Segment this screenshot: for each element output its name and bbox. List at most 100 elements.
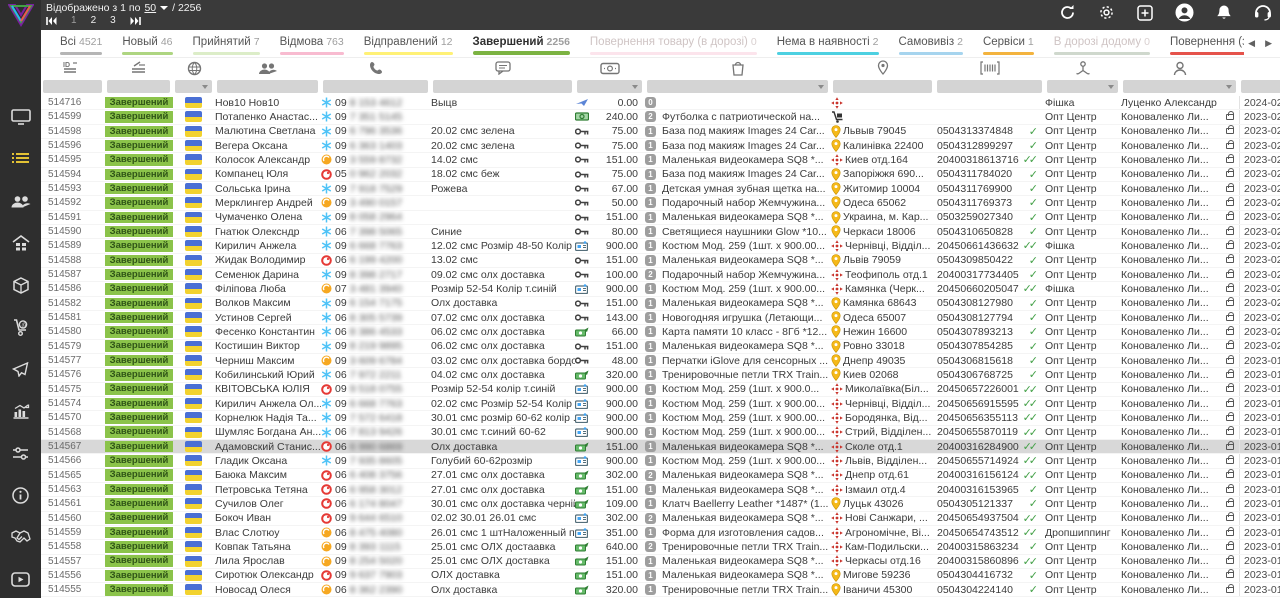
add-order-icon[interactable] xyxy=(1137,5,1153,26)
per-page-caret-icon[interactable] xyxy=(160,6,168,10)
per-page-select[interactable]: 50 xyxy=(144,2,156,14)
sidebar-item-customers[interactable] xyxy=(0,180,41,222)
table-row[interactable]: 514577ЗавершенийЧерниш Максим093 609 678… xyxy=(41,354,1280,368)
column-filter-input[interactable] xyxy=(43,80,102,93)
tab-Відмова[interactable]: Відмова763 xyxy=(270,30,354,55)
column-header-product[interactable] xyxy=(645,58,831,78)
table-row[interactable]: 514559ЗавершенийВлас Слотюу068 475 40802… xyxy=(41,526,1280,540)
tabs-scroll-right-icon[interactable]: ▶ xyxy=(1265,38,1272,49)
sidebar-item-info[interactable] xyxy=(0,474,41,516)
table-row[interactable]: 514555ЗавершенийНовосад Олеся068 362 239… xyxy=(41,583,1280,597)
sidebar-item-dropshipping[interactable]: @ xyxy=(0,306,41,348)
column-filter-input[interactable] xyxy=(833,80,932,93)
filter-dropdown-icon[interactable] xyxy=(1108,85,1114,89)
sidebar-item-products[interactable] xyxy=(0,264,41,306)
table-row[interactable]: 514586ЗавершенийФіліпова Люба073 481 394… xyxy=(41,282,1280,296)
table-row[interactable]: 514599ЗавершенийПотапенко Анастас...097 … xyxy=(41,110,1280,124)
table-row[interactable]: 514568ЗавершенийШумляс Богдана Ан...067 … xyxy=(41,426,1280,440)
column-header-country[interactable] xyxy=(173,58,215,78)
table-row[interactable]: 514582ЗавершенийВолков Максим096 154 717… xyxy=(41,297,1280,311)
sidebar-item-video-tutorials[interactable] xyxy=(0,558,41,600)
table-row[interactable]: 514590ЗавершенийГнатюк Олексндр067 398 5… xyxy=(41,225,1280,239)
table-row[interactable]: 514594ЗавершенийКомпанец Юля050 962 2032… xyxy=(41,168,1280,182)
column-header-comment[interactable] xyxy=(431,58,575,78)
tab-Завершений[interactable]: Завершений2256 xyxy=(463,30,580,55)
gear-icon[interactable] xyxy=(1098,4,1115,26)
filter-dropdown-icon[interactable] xyxy=(818,85,824,89)
column-filter-input[interactable] xyxy=(433,80,572,93)
table-row[interactable]: 514561ЗавершенийСучилов Олег066 174 8047… xyxy=(41,497,1280,511)
refresh-icon[interactable] xyxy=(1059,4,1076,26)
table-row[interactable]: 514574ЗавершенийКирилич Анжела Ол...096 … xyxy=(41,397,1280,411)
app-logo-icon[interactable] xyxy=(8,3,34,32)
column-filter-input[interactable] xyxy=(937,80,1042,93)
table-row[interactable]: 514565ЗавершенийБаюка Максим066 408 3756… xyxy=(41,469,1280,483)
column-filter-input[interactable] xyxy=(647,80,828,93)
table-row[interactable]: 514588ЗавершенийЖидак Володимир066 199 4… xyxy=(41,254,1280,268)
tab-Повернення товару (в дорозі)[interactable]: Повернення товару (в дорозі)0 xyxy=(580,30,767,55)
last-page-icon[interactable] xyxy=(130,17,141,25)
column-header-status[interactable] xyxy=(105,58,173,78)
page-number-1[interactable]: 1 xyxy=(71,15,77,26)
user-avatar-icon[interactable] xyxy=(1175,3,1194,27)
table-row[interactable]: 514580ЗавершенийФесенко Константин068 38… xyxy=(41,325,1280,339)
page-number-3[interactable]: 3 xyxy=(110,15,116,26)
table-row[interactable]: 514558ЗавершенийКовпак Татьяна098 393 11… xyxy=(41,540,1280,554)
table-row[interactable]: 514576ЗавершенийКобилинський Юрий067 972… xyxy=(41,368,1280,382)
table-row[interactable]: 514593ЗавершенийСольська Ірина097 918 75… xyxy=(41,182,1280,196)
column-filter-input[interactable] xyxy=(1241,80,1280,93)
table-row[interactable]: 514589ЗавершенийКирилич Анжела096 668 77… xyxy=(41,239,1280,253)
column-filter-input[interactable] xyxy=(175,80,212,93)
table-row[interactable]: 514581ЗавершенийУстинов Сергей068 305 57… xyxy=(41,311,1280,325)
tab-Всі[interactable]: Всі4521 xyxy=(50,30,112,55)
filter-dropdown-icon[interactable] xyxy=(1226,85,1232,89)
column-header-date[interactable] xyxy=(1239,58,1280,78)
table-row[interactable]: 514591ЗавершенийЧумаченко Олена098 058 2… xyxy=(41,211,1280,225)
table-row[interactable]: 514596ЗавершенийВегера Оксана096 363 140… xyxy=(41,139,1280,153)
sidebar-item-warehouse[interactable] xyxy=(0,222,41,264)
column-header-delivery[interactable] xyxy=(1045,58,1121,78)
table-row[interactable]: 514598ЗавершенийМалютина Светлана096 796… xyxy=(41,125,1280,139)
support-headset-icon[interactable] xyxy=(1254,4,1272,26)
bell-icon[interactable] xyxy=(1216,4,1232,26)
table-row[interactable]: 514567ЗавершенийАдамовский Станис...066 … xyxy=(41,440,1280,454)
column-filter-input[interactable] xyxy=(323,80,428,93)
column-header-ttn[interactable] xyxy=(935,58,1045,78)
sidebar-item-partners[interactable] xyxy=(0,516,41,558)
sidebar-item-statistics[interactable] xyxy=(0,390,41,432)
table-row[interactable]: 514595ЗавершенийКолосок Александр093 559… xyxy=(41,153,1280,167)
tabs-scroll-left-icon[interactable]: ◀ xyxy=(1248,38,1255,49)
table-row[interactable]: 514570ЗавершенийКорнелюк Надія Та...097 … xyxy=(41,411,1280,425)
tab-В дорозі додому[interactable]: В дорозі додому0 xyxy=(1044,30,1160,55)
sidebar-item-settings[interactable] xyxy=(0,432,41,474)
filter-dropdown-icon[interactable] xyxy=(632,85,638,89)
table-row[interactable]: 514579ЗавершенийКостишин Виктор098 219 9… xyxy=(41,340,1280,354)
tab-Сервіси[interactable]: Сервіси1 xyxy=(973,30,1044,55)
column-filter-input[interactable] xyxy=(107,80,170,93)
table-row[interactable]: 514575ЗавершенийКВІТОВСЬКА ЮЛІЯ099 518 0… xyxy=(41,383,1280,397)
column-header-customer[interactable] xyxy=(215,58,321,78)
table-row[interactable]: 514592ЗавершенийМерклингер Андрей093 490… xyxy=(41,196,1280,210)
sidebar-item-dashboard[interactable] xyxy=(0,96,41,138)
table-row[interactable]: 514563ЗавершенийПетровська Тетяна066 958… xyxy=(41,483,1280,497)
column-filter-input[interactable] xyxy=(577,80,642,93)
column-filter-input[interactable] xyxy=(1123,80,1236,93)
column-header-address[interactable] xyxy=(831,58,935,78)
page-number-2[interactable]: 2 xyxy=(91,15,97,26)
tab-Відправлений[interactable]: Відправлений12 xyxy=(354,30,463,55)
tab-Новый[interactable]: Новый46 xyxy=(112,30,182,55)
table-row[interactable]: 514557ЗавершенийЛила Ярослав098 254 5020… xyxy=(41,555,1280,569)
column-header-phone[interactable] xyxy=(321,58,431,78)
table-row[interactable]: 514556ЗавершенийСиротюк Олександр099 637… xyxy=(41,569,1280,583)
filter-dropdown-icon[interactable] xyxy=(202,85,208,89)
table-row[interactable]: 514560ЗавершенийБокоч Иван099 644 651002… xyxy=(41,512,1280,526)
table-row[interactable]: 514716ЗавершенийНов10 Нов10098 153 4612В… xyxy=(41,96,1280,110)
tab-Нема в наявності[interactable]: Нема в наявності2 xyxy=(767,30,889,55)
sidebar-item-orders[interactable] xyxy=(0,138,41,180)
column-filter-input[interactable] xyxy=(217,80,318,93)
table-row[interactable]: 514587ЗавершенийСеменюк Дарина098 398 27… xyxy=(41,268,1280,282)
tab-Повернення (завершений)[interactable]: Повернення (завершений)125 xyxy=(1160,30,1244,55)
column-header-id[interactable]: ID xyxy=(41,58,105,78)
sidebar-item-campaigns[interactable] xyxy=(0,348,41,390)
column-filter-input[interactable] xyxy=(1047,80,1118,93)
